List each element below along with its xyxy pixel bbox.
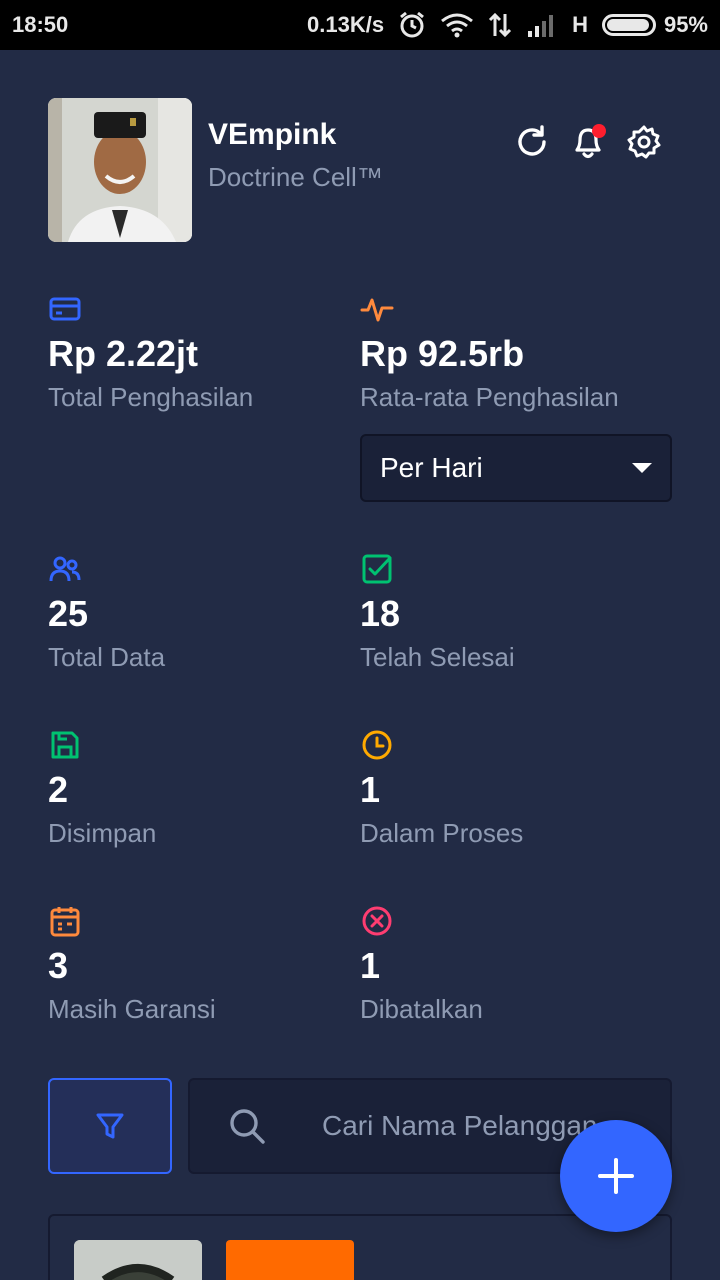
stat-total-income: Rp 2.22jt Total Penghasilan (48, 292, 348, 413)
customer-photo (74, 1240, 202, 1280)
notification-badge (592, 124, 606, 138)
plus-icon (598, 1158, 634, 1194)
warranty-value: 3 (48, 945, 69, 986)
shop-name: Doctrine Cell™ (208, 162, 383, 192)
profile-avatar[interactable] (48, 98, 192, 242)
completed-label: Telah Selesai (360, 642, 515, 672)
stat-saved: 2 Disimpan (48, 728, 348, 849)
alarm-icon (398, 11, 426, 39)
warranty-label: Masih Garansi (48, 994, 216, 1024)
signal-icon (526, 13, 558, 37)
clock-icon (362, 730, 392, 760)
stat-cancelled: 1 Dibatalkan (360, 904, 660, 1025)
stat-total-data: 25 Total Data (48, 552, 348, 673)
in-process-value: 1 (360, 769, 381, 810)
period-select-value: Per Hari (380, 452, 483, 483)
settings-button[interactable] (624, 122, 664, 162)
status-time: 18:50 (12, 12, 69, 37)
settings-icon (627, 125, 661, 159)
period-select[interactable]: Per Hari (360, 434, 672, 502)
battery-indicator: 95% (601, 12, 708, 38)
in-process-label: Dalam Proses (360, 818, 524, 848)
checkbox-icon (362, 554, 392, 584)
total-income-value: Rp 2.22jt (48, 333, 199, 374)
wifi-icon (440, 12, 474, 38)
network-type: H (572, 12, 588, 37)
list-item[interactable] (48, 1214, 672, 1280)
save-icon (51, 731, 79, 759)
stat-warranty: 3 Masih Garansi (48, 904, 348, 1025)
cancelled-value: 1 (360, 945, 381, 986)
notification-button[interactable] (568, 122, 608, 162)
completed-value: 18 (360, 593, 401, 634)
saved-value: 2 (48, 769, 69, 810)
people-icon (49, 556, 81, 582)
activity-icon (360, 298, 394, 322)
total-data-label: Total Data (48, 642, 166, 672)
search-icon (230, 1109, 265, 1144)
battery-icon (601, 14, 656, 36)
status-bar: 18:50 0.13K/s H 95% (0, 0, 720, 50)
username: VEmpink (208, 118, 337, 151)
refresh-button[interactable] (512, 122, 552, 162)
network-speed: 0.13K/s (307, 12, 385, 37)
add-data-button[interactable] (560, 1120, 672, 1232)
refresh-icon (518, 125, 546, 156)
stat-in-process: 1 Dalam Proses (360, 728, 660, 849)
stat-completed: 18 Telah Selesai (360, 552, 660, 673)
calendar-icon (50, 907, 80, 937)
data-transfer-icon (488, 12, 512, 38)
credit-card-icon (49, 297, 81, 321)
total-data-value: 25 (48, 593, 89, 634)
average-income-value: Rp 92.5rb (360, 333, 525, 374)
close-circle-icon (362, 906, 392, 936)
average-income-label: Rata-rata Penghasilan (360, 382, 619, 412)
battery-percent: 95% (663, 12, 708, 37)
dropdown-caret-icon (632, 463, 652, 473)
total-income-label: Total Penghasilan (48, 382, 254, 412)
stat-average-income: Rp 92.5rb Rata-rata Penghasilan (360, 292, 660, 413)
saved-label: Disimpan (48, 818, 157, 848)
filter-button[interactable] (48, 1078, 172, 1174)
status-badge (226, 1240, 354, 1280)
funnel-icon (96, 1113, 124, 1139)
cancelled-label: Dibatalkan (360, 994, 483, 1024)
